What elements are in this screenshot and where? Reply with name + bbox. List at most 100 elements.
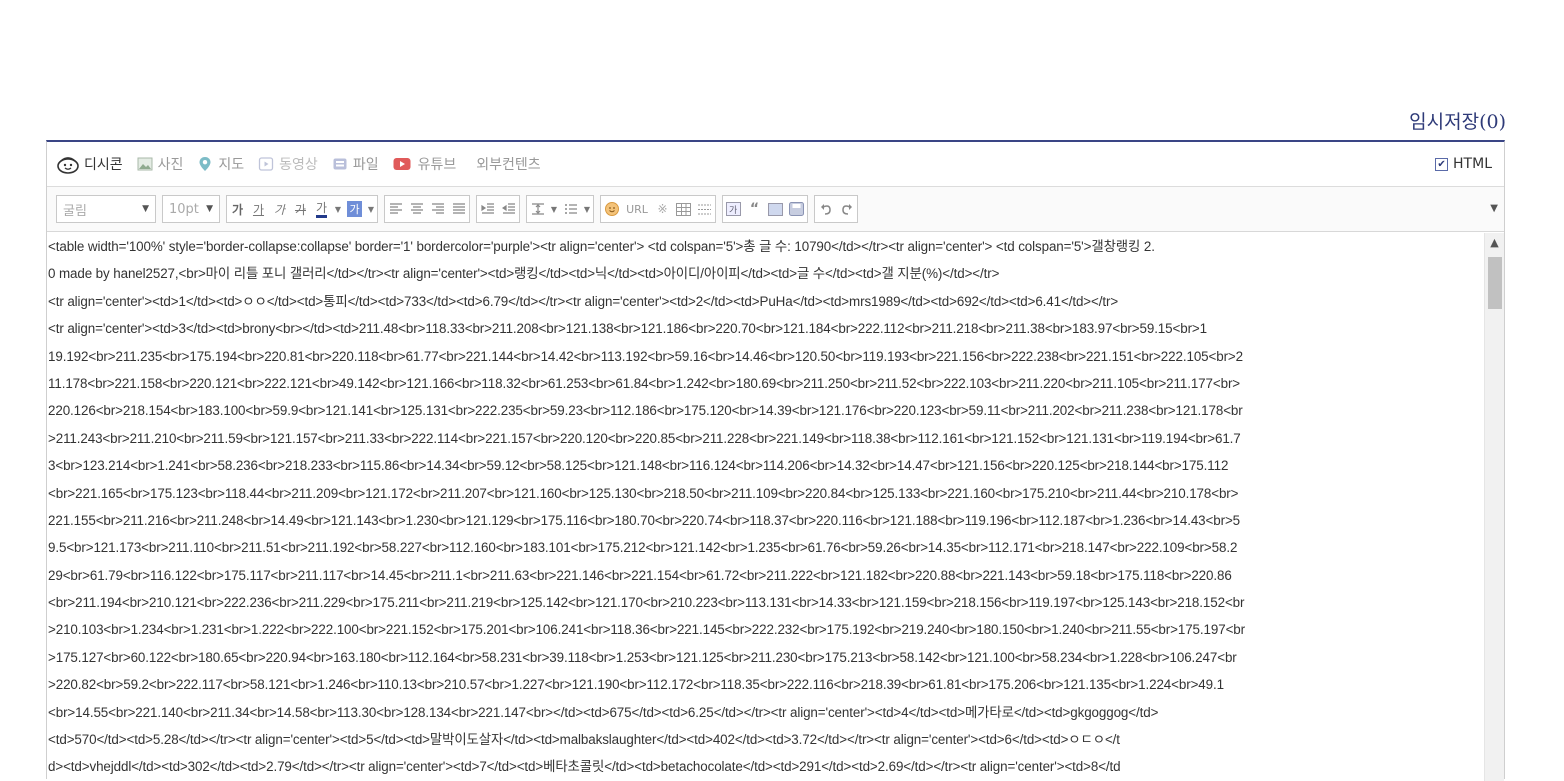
- list-dropdown[interactable]: ▼: [581, 196, 593, 222]
- font-family-value: 굴림: [63, 203, 87, 219]
- quote-button[interactable]: “: [744, 196, 765, 222]
- link-icon: URL: [626, 202, 648, 216]
- line-height-icon: [531, 203, 544, 215]
- source-line: >210.103<br>1.234<br>1.231<br>1.222<br>2…: [48, 622, 1245, 638]
- line-height-dropdown[interactable]: ▼: [548, 196, 560, 222]
- box-icon: [768, 202, 783, 216]
- source-line: 0 made by hanel2527,<br>마이 리틀 포니 갤러리</td…: [48, 266, 1000, 282]
- tab-video[interactable]: 동영상: [258, 154, 318, 174]
- html-source-editor[interactable]: <table width='100%' style='border-collap…: [47, 233, 1485, 781]
- block-group: 가 “: [722, 195, 808, 223]
- source-line: >175.127<br>60.122<br>180.65<br>220.94<b…: [48, 649, 1237, 665]
- image-icon: [137, 156, 153, 172]
- tab-label: 사진: [157, 157, 184, 173]
- scroll-up-icon[interactable]: ▲: [1485, 233, 1504, 251]
- save-format-button[interactable]: [786, 196, 807, 222]
- video-icon: [258, 156, 274, 172]
- align-left-button[interactable]: [385, 196, 406, 222]
- horizontal-rule-button[interactable]: [694, 196, 715, 222]
- font-color-icon: 가: [315, 201, 328, 218]
- align-justify-button[interactable]: [448, 196, 469, 222]
- source-line: >220.82<br>59.2<br>222.117<br>58.121<br>…: [48, 677, 1224, 693]
- undo-icon: [820, 204, 831, 215]
- source-line: >211.243<br>211.210<br>211.59<br>121.157…: [48, 430, 1241, 446]
- table-button[interactable]: [673, 196, 694, 222]
- editor-scrollbar[interactable]: ▲: [1484, 233, 1504, 781]
- attachment-tabbar: 디시콘 사진 지도 동영상 파일 유튜브 외부컨텐츠 ✔ HTML: [47, 142, 1504, 187]
- insert-group: URL ※: [600, 195, 716, 223]
- quote-icon: “: [749, 201, 760, 217]
- tab-file[interactable]: 파일: [332, 154, 379, 174]
- textbox-icon: 가: [726, 202, 741, 216]
- underline-icon: 가: [252, 202, 265, 217]
- italic-icon: 가: [273, 202, 286, 217]
- map-pin-icon: [197, 156, 213, 172]
- tab-photo[interactable]: 사진: [137, 154, 184, 174]
- emoticon-button[interactable]: [601, 196, 622, 222]
- html-toggle[interactable]: ✔ HTML: [1435, 156, 1492, 172]
- source-line: d><td>vhejddl</td><td>302</td><td>2.79</…: [48, 759, 1121, 775]
- bold-button[interactable]: 가: [227, 196, 248, 222]
- horizontal-rule-icon: [698, 204, 711, 214]
- table-icon: [676, 202, 691, 216]
- tab-external-content[interactable]: 외부컨텐츠: [476, 154, 540, 174]
- chevron-down-icon: ▼: [206, 204, 213, 214]
- emoticon-icon: [604, 202, 619, 216]
- chevron-down-icon: ▼: [142, 204, 149, 214]
- source-line: <br>211.194<br>210.121<br>222.236<br>211…: [48, 595, 1245, 611]
- source-line: 220.126<br>218.154<br>183.100<br>59.9<br…: [48, 403, 1243, 419]
- box-button[interactable]: [765, 196, 786, 222]
- source-line: 11.178<br>221.158<br>220.121<br>222.121<…: [48, 375, 1241, 391]
- underline-button[interactable]: 가: [248, 196, 269, 222]
- special-char-button[interactable]: ※: [652, 196, 673, 222]
- outdent-icon: [501, 203, 515, 214]
- tab-dccon[interactable]: 디시콘: [57, 154, 123, 174]
- tab-map[interactable]: 지도: [197, 154, 244, 174]
- numbered-list-icon: [564, 204, 577, 214]
- svg-text:가: 가: [729, 205, 737, 216]
- smile-icon: [57, 156, 79, 174]
- source-line: <tr align='center'><td>1</td><td>ㅇㅇ</td>…: [48, 293, 1119, 309]
- outdent-button[interactable]: [498, 196, 519, 222]
- url-button[interactable]: URL: [622, 196, 652, 222]
- align-group: [384, 195, 470, 223]
- indent-icon: [480, 203, 494, 214]
- line-height-button[interactable]: [527, 196, 548, 222]
- font-family-select[interactable]: 굴림 ▼: [56, 195, 156, 223]
- list-button[interactable]: [560, 196, 581, 222]
- tab-label: 디시콘: [84, 157, 123, 173]
- strike-button[interactable]: 가: [290, 196, 311, 222]
- indent-button[interactable]: [477, 196, 498, 222]
- source-line: <table width='100%' style='border-collap…: [48, 239, 1155, 254]
- source-line: 221.155<br>211.216<br>211.248<br>14.49<b…: [48, 512, 1241, 528]
- tab-label: 유튜브: [417, 157, 457, 173]
- text-format-group: 가 가 가 가 가 ▼ 가 ▼: [226, 195, 378, 223]
- strikethrough-icon: 가: [294, 202, 307, 217]
- font-color-dropdown[interactable]: ▼: [332, 196, 344, 222]
- indent-group: [476, 195, 520, 223]
- undo-button[interactable]: [815, 196, 836, 222]
- bg-color-dropdown[interactable]: ▼: [365, 196, 377, 222]
- list-group: ▼ ▼: [526, 195, 594, 223]
- temp-save-button[interactable]: 임시저장(0): [1409, 107, 1506, 134]
- font-size-select[interactable]: 10pt ▼: [162, 195, 220, 223]
- tab-youtube[interactable]: 유튜브: [393, 154, 457, 174]
- source-line: 19.192<br>211.235<br>175.194<br>220.81<b…: [48, 348, 1244, 364]
- scroll-thumb[interactable]: [1488, 257, 1502, 309]
- bg-color-icon: 가: [347, 201, 362, 217]
- align-center-button[interactable]: [406, 196, 427, 222]
- tab-label: 동영상: [279, 157, 318, 173]
- floppy-icon: [789, 202, 804, 216]
- italic-button[interactable]: 가: [269, 196, 290, 222]
- font-color-button[interactable]: 가: [311, 196, 332, 222]
- textbox-button[interactable]: 가: [723, 196, 744, 222]
- redo-icon: [841, 204, 852, 215]
- bg-color-button[interactable]: 가: [344, 196, 365, 222]
- html-checkbox[interactable]: ✔: [1435, 157, 1449, 171]
- redo-button[interactable]: [836, 196, 857, 222]
- tab-label: 파일: [352, 157, 379, 173]
- toolbar-more-icon[interactable]: ▼: [1490, 203, 1498, 214]
- align-right-button[interactable]: [427, 196, 448, 222]
- editor-toolbar: 굴림 ▼ 10pt ▼ 가 가 가 가 가 ▼ 가 ▼ ▼ ▼ URL ※ 가 …: [47, 187, 1504, 232]
- editor: 디시콘 사진 지도 동영상 파일 유튜브 외부컨텐츠 ✔ HTML 굴림 ▼ 1…: [46, 140, 1505, 781]
